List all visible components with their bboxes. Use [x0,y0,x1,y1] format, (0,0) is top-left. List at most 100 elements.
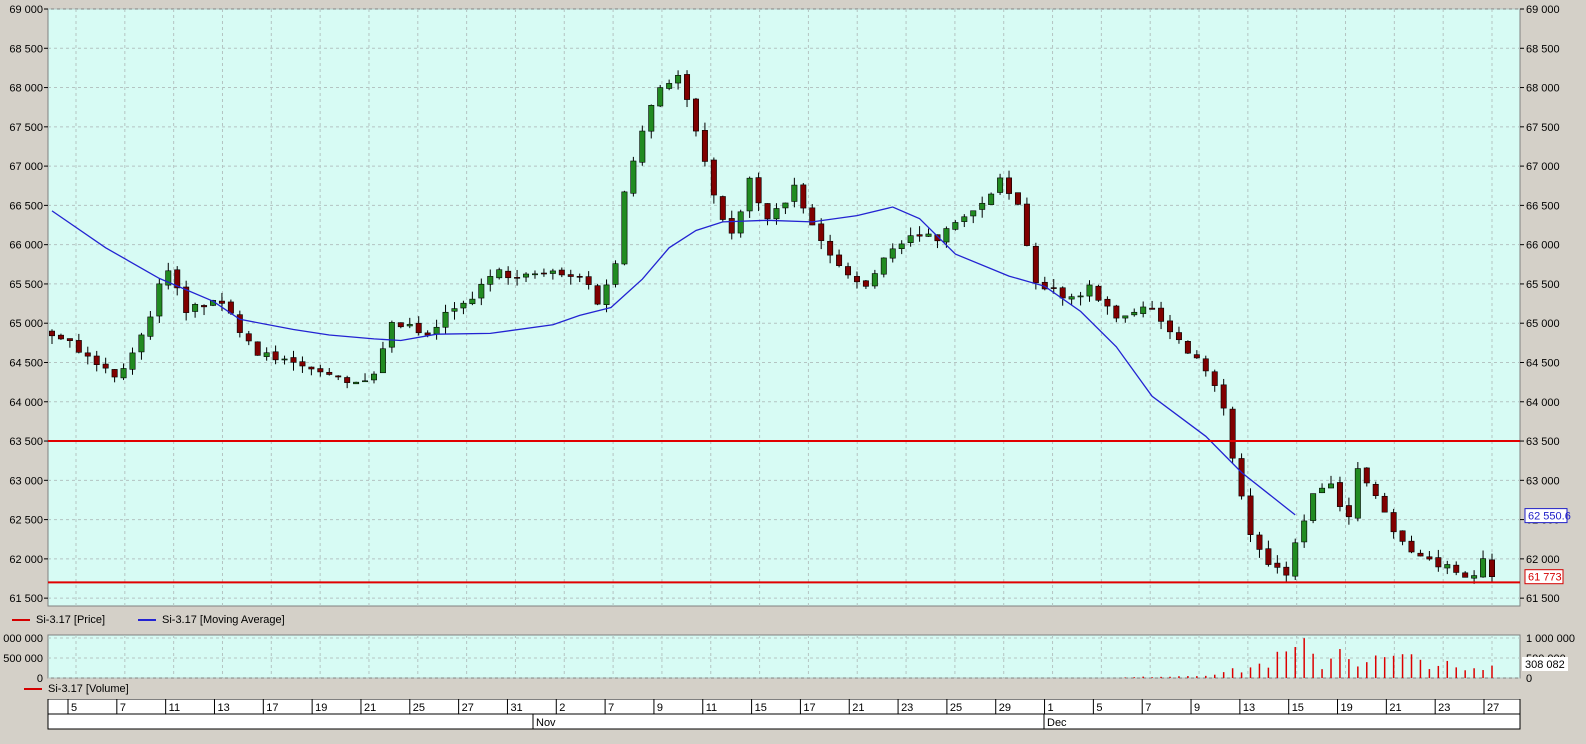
price-tick-label: 65 000 [9,318,43,330]
candle-body [800,184,807,209]
candle-body [263,352,270,357]
candle-body [979,202,986,210]
candle-body [335,375,342,378]
candle-body [1328,483,1334,489]
month-row [47,713,1521,730]
candle-body [639,130,646,163]
price-tick-label: 69 000 [1526,4,1560,16]
candle-body [666,83,673,89]
candle-body [75,340,82,353]
candle-body [764,203,771,220]
candle-body [791,184,798,202]
candle-body [442,311,449,328]
candle-body [621,191,628,265]
day-label: 5 [1096,702,1102,714]
price-tick-label: 62 000 [9,554,43,566]
day-label: 11 [706,702,717,714]
legend-swatch-moving-average [138,619,156,621]
candle-body [701,130,708,162]
candle-body [836,254,843,266]
candle-body [1390,512,1397,533]
candle-body [728,218,735,234]
candle-body [818,223,825,241]
price-tick-label: 68 000 [9,83,43,95]
candle-body [684,74,691,100]
candle-body [567,274,574,277]
day-label: 23 [1438,702,1450,714]
price-tick-label: 63 000 [9,475,43,487]
day-label: 7 [1145,702,1151,714]
candle-body [478,283,485,299]
day-label: 17 [803,702,815,714]
candle-body [192,304,199,312]
day-label: 19 [315,702,327,714]
candle-body [1310,493,1317,521]
candle-body [379,348,386,374]
candle-body [1274,562,1281,568]
price-tick-label: 68 000 [1526,83,1560,95]
legend-item-volume: Si-3.17 [Volume] [24,683,129,695]
candle-body [1265,548,1272,565]
candle-body [397,322,404,328]
candle-body [49,330,55,337]
candle-body [988,193,995,205]
candle-body [326,371,333,375]
legend-swatch-volume [24,688,42,690]
candle-body [916,234,923,237]
candle-body [853,276,860,283]
volume-legend: Si-3.17 [Volume] [0,682,1586,699]
candle-body [1059,287,1066,299]
price-tick-label: 66 500 [9,200,43,212]
candle-body [782,202,789,209]
volume-tick-label: 1 000 000 [0,633,43,645]
price-tick-label: 66 000 [1526,240,1560,252]
candle-body [675,75,682,84]
candle-body [1319,487,1326,494]
candle-body [1104,298,1111,307]
candle-body [469,298,476,305]
price-tick-label: 63 000 [1526,475,1560,487]
candle-body [1158,307,1165,322]
candle-body [1068,296,1075,300]
candle-body [1435,557,1442,568]
candle-body [970,210,977,217]
candle-body [827,240,834,256]
price-tick-label: 68 500 [9,43,43,55]
candle-body [1471,575,1478,579]
candle-body [281,358,288,361]
candle-body [862,280,869,287]
day-label: 15 [1292,702,1304,714]
day-label: 7 [608,702,614,714]
candle-body [505,270,512,279]
day-label: 23 [901,702,913,714]
candle-body [487,276,494,285]
candle-body [1301,520,1308,543]
volume-tick-label: 500 000 [3,653,43,665]
candle-body [272,351,279,361]
legend-item-moving-average: Si-3.17 [Moving Average] [138,614,285,626]
price-tick-label: 67 000 [9,161,43,173]
candle-body [594,285,601,305]
candle-body [299,361,306,367]
candle-body [388,322,395,348]
day-label: 25 [413,702,425,714]
candle-body [1444,564,1451,569]
candle-body [1095,285,1102,301]
day-label: 2 [559,702,565,714]
candle-body [657,87,664,107]
volume-chart-panel: 0500 0001 000 000 0500 0001 000 000 308 … [0,630,1586,685]
candle-body [406,324,413,327]
candle-body [424,332,431,336]
candle-body [585,276,592,285]
candle-body [1453,564,1460,573]
price-tick-label: 64 500 [9,357,43,369]
candle-body [57,334,64,340]
day-label: 15 [755,702,767,714]
candle-body [102,363,109,369]
day-label: 9 [657,702,663,714]
candle-body [1256,534,1263,550]
last-price-text: 61 773 [1528,572,1562,584]
day-label: 21 [1389,702,1401,714]
day-label: 7 [120,702,126,714]
candle-body [308,366,315,370]
